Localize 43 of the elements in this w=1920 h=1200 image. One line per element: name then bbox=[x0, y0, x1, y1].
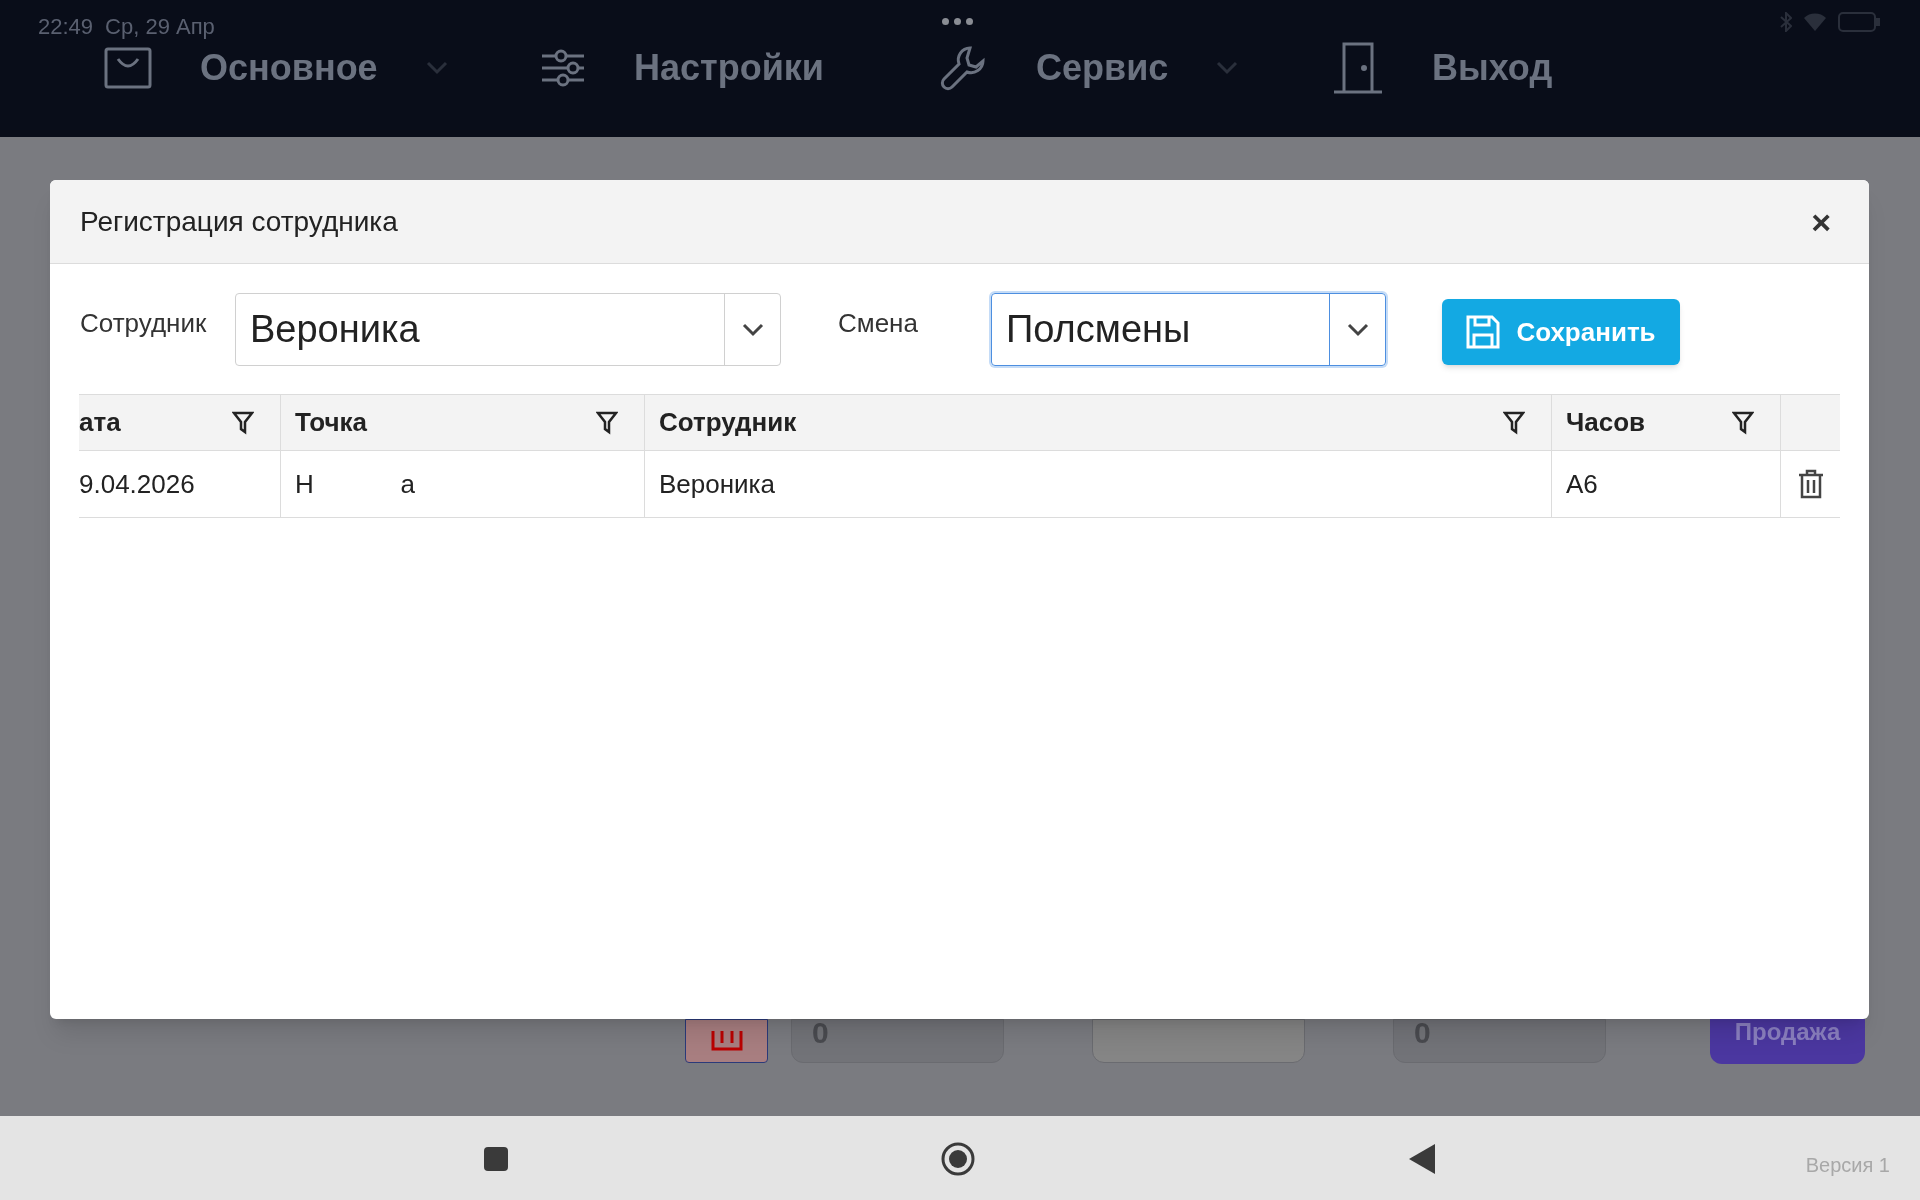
bluetooth-icon bbox=[1780, 12, 1792, 32]
chevron-down-icon bbox=[1346, 322, 1369, 337]
delete-button[interactable] bbox=[685, 1019, 768, 1063]
employee-label: Сотрудник bbox=[80, 307, 207, 340]
door-icon bbox=[1332, 42, 1384, 94]
bag-icon bbox=[104, 47, 152, 89]
back-icon[interactable] bbox=[1409, 1144, 1435, 1174]
wifi-icon bbox=[1804, 13, 1826, 31]
sliders-icon bbox=[540, 48, 586, 88]
nav-item[interactable]: Сервис bbox=[940, 40, 1239, 96]
column-header[interactable]: Часов bbox=[1552, 395, 1781, 450]
filter-icon[interactable] bbox=[1503, 410, 1525, 435]
nav-item[interactable]: Настройки bbox=[540, 40, 824, 96]
battery-icon bbox=[1838, 12, 1880, 32]
more-dots-icon bbox=[942, 18, 973, 25]
sale-button[interactable]: Продажа bbox=[1710, 1019, 1865, 1064]
number-field[interactable] bbox=[1092, 1019, 1305, 1063]
shift-select[interactable]: Полсмены bbox=[991, 293, 1386, 366]
status-date: Ср, 29 Апр bbox=[105, 13, 215, 41]
column-header[interactable]: Сотрудник bbox=[645, 395, 1552, 450]
close-button[interactable]: × bbox=[1803, 204, 1839, 239]
table-cell: 9.04.2026 bbox=[79, 451, 281, 517]
version-label: Версия 1 bbox=[1805, 1153, 1890, 1178]
shift-label: Смена bbox=[838, 307, 918, 340]
filter-icon[interactable] bbox=[232, 410, 254, 435]
nav-item[interactable]: Выход bbox=[1332, 40, 1553, 96]
recents-icon[interactable] bbox=[484, 1147, 508, 1171]
column-header[interactable]: Точка bbox=[281, 395, 645, 450]
filter-icon[interactable] bbox=[596, 410, 618, 435]
employee-select[interactable]: Вероника bbox=[235, 293, 781, 366]
nav-item[interactable]: Основное bbox=[104, 40, 448, 96]
save-button[interactable]: Сохранить bbox=[1442, 299, 1680, 365]
wrench-icon bbox=[940, 44, 988, 92]
table-cell: А6 bbox=[1552, 451, 1781, 517]
dialog-title: Регистрация сотрудника bbox=[80, 204, 398, 239]
chevron-down-icon bbox=[741, 322, 764, 337]
table-cell: Вероника bbox=[645, 451, 1552, 517]
home-icon[interactable] bbox=[941, 1142, 975, 1176]
status-time: 22:49 bbox=[38, 13, 94, 41]
delete-icon[interactable] bbox=[1797, 469, 1824, 499]
table-cell: Н а bbox=[281, 451, 645, 517]
filter-icon[interactable] bbox=[1732, 410, 1754, 435]
column-header[interactable]: ата bbox=[79, 395, 281, 450]
